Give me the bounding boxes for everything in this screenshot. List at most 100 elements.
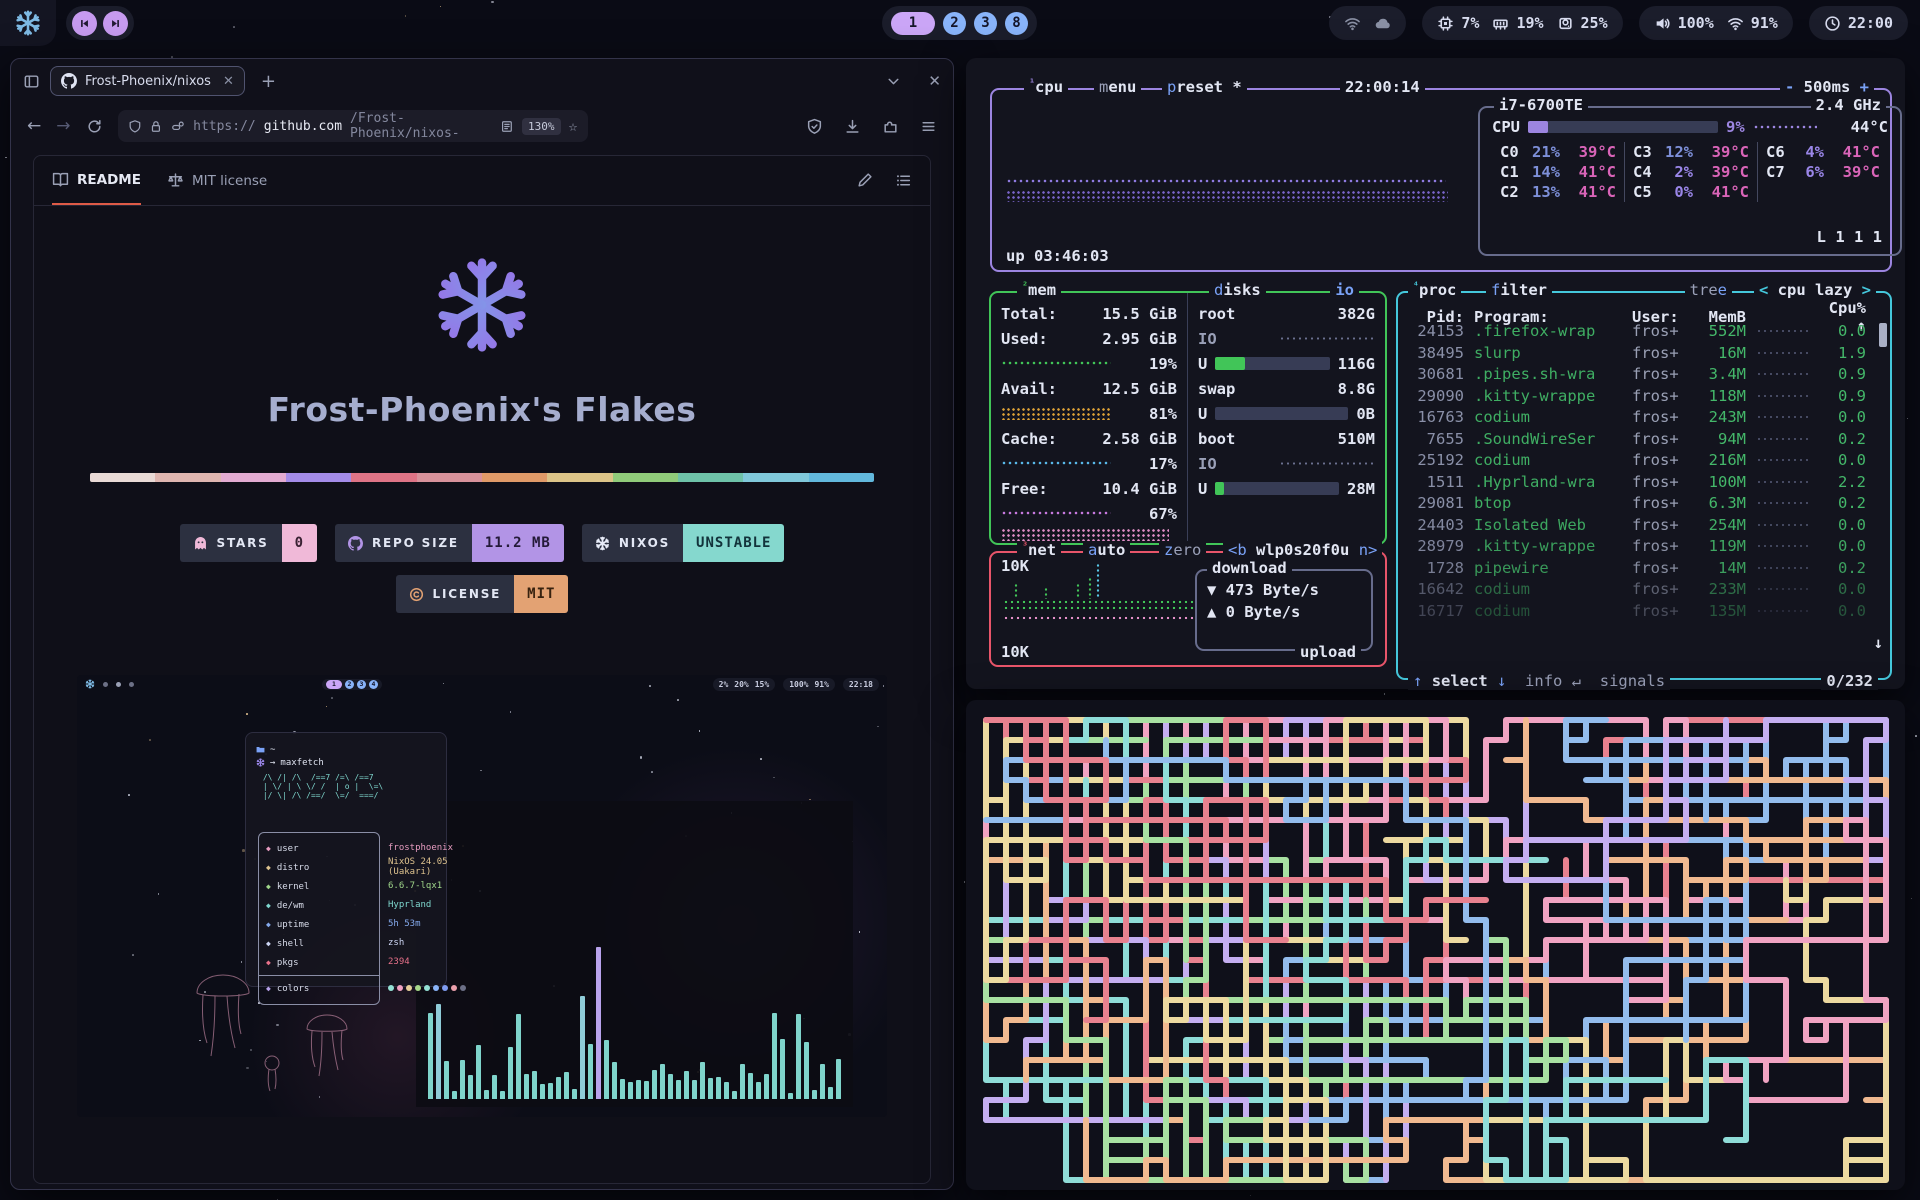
process-row[interactable]: 1728pipewirefros+14M0.2 <box>1408 557 1880 579</box>
badge-nixos[interactable]: NIXOSUNSTABLE <box>582 524 785 562</box>
mini-workspace: 2 <box>345 680 354 689</box>
workspace-button[interactable]: 8 <box>1005 12 1028 35</box>
proc-table-header: Pid: Program: User: MemB Cpu% ↑ <box>1408 299 1880 321</box>
palette-segment <box>286 473 351 482</box>
fastfetch-values: frostphoenixNixOS 24.05 (Uakari)6.6.7-lq… <box>388 838 466 997</box>
proc-scroll-down-arrow[interactable]: ↓ <box>1874 634 1883 652</box>
volume-stat: 100% <box>1654 14 1714 32</box>
extensions-puzzle-icon[interactable] <box>882 118 899 135</box>
mini-window-dot <box>103 682 108 687</box>
visualizer-bar <box>660 1064 665 1099</box>
tab-readme[interactable]: README <box>52 156 141 205</box>
badge-license[interactable]: LICENSEMIT <box>396 575 569 613</box>
weather-group[interactable] <box>1329 6 1406 40</box>
mini-workspace: 3 <box>357 680 366 689</box>
badge-repo-size[interactable]: REPO SIZE11.2 MB <box>335 524 564 562</box>
workspace-button[interactable]: 2 <box>943 12 966 35</box>
media-prev-button[interactable] <box>72 11 97 36</box>
tab-mit-license[interactable]: MIT license <box>167 172 267 189</box>
workspace-button[interactable]: 1 <box>891 12 935 35</box>
process-row[interactable]: 7655.SoundWireSerfros+94M0.2 <box>1408 428 1880 450</box>
process-row[interactable]: 16642codiumfros+233M0.0 <box>1408 579 1880 601</box>
mini-clock: 22:18 <box>843 678 879 691</box>
de/wm-icon: ◆ <box>266 901 271 910</box>
visualizer-bar <box>740 1064 745 1099</box>
visualizer-bar <box>788 1093 793 1099</box>
net-zero-button[interactable]: zero <box>1159 541 1206 559</box>
badge-stars[interactable]: STARS0 <box>180 524 318 562</box>
menu-hamburger-icon[interactable] <box>920 118 937 135</box>
visualizer-bar <box>604 1040 609 1099</box>
proc-footer-actions[interactable]: ↑ select ↓ info ↵ signals <box>1408 672 1670 690</box>
url-path: /Frost-Phoenix/nixos- <box>350 111 484 141</box>
bookmark-star-icon[interactable]: ☆ <box>569 117 578 135</box>
back-button[interactable]: ← <box>27 116 41 136</box>
process-row[interactable]: 16763codiumfros+243M0.0 <box>1408 407 1880 429</box>
net-auto-button[interactable]: auto <box>1083 541 1130 559</box>
mini-workspace: 4 <box>369 680 378 689</box>
btop-interval-control[interactable]: - 500ms + <box>1780 78 1874 96</box>
tabs-chevron-down-icon[interactable] <box>885 73 902 90</box>
book-icon <box>52 171 69 188</box>
process-row[interactable]: 30681.pipes.sh-wrafros+3.4M0.9 <box>1408 364 1880 386</box>
reader-view-icon[interactable] <box>500 118 514 135</box>
zoom-level-badge[interactable]: 130% <box>522 118 561 135</box>
fetch-row-distro: ◆distro <box>266 858 372 877</box>
process-row[interactable]: 24403Isolated Webfros+254M0.0 <box>1408 514 1880 536</box>
net-interface: <b wlp0s20f0u n> <box>1223 541 1382 559</box>
process-row[interactable]: 38495slurpfros+16M1.9 <box>1408 342 1880 364</box>
process-row[interactable]: 29090.kitty-wrappefros+118M0.9 <box>1408 385 1880 407</box>
process-row[interactable]: 16717codiumfros+135M0.0 <box>1408 600 1880 622</box>
proc-scrollbar-thumb[interactable] <box>1879 323 1887 347</box>
core-row: C312%39°C <box>1633 142 1749 162</box>
proc-filter-button[interactable]: filter <box>1486 281 1552 299</box>
process-row[interactable]: 25192codiumfros+216M0.0 <box>1408 450 1880 472</box>
outline-list-icon[interactable] <box>895 172 912 189</box>
pipe <box>1086 960 1546 1180</box>
tracking-shield-icon[interactable] <box>128 118 142 135</box>
mini-nixos-icon <box>85 679 95 689</box>
edit-pencil-icon[interactable] <box>856 172 873 189</box>
tray: 7% 19% 25% 100% 91% 22:00 <box>1329 6 1908 40</box>
media-next-button[interactable] <box>103 11 128 36</box>
reload-icon[interactable] <box>86 118 103 135</box>
net-download-graph <box>1003 599 1195 612</box>
pipes-art <box>966 700 1905 1190</box>
star <box>1915 735 1917 737</box>
permissions-toggle-icon[interactable] <box>171 118 185 135</box>
core-row: C50%41°C <box>1633 182 1749 202</box>
protection-shield-icon[interactable] <box>806 118 823 135</box>
process-row[interactable]: 29081btopfros+6.3M0.2 <box>1408 493 1880 515</box>
visualizer-bar <box>636 1080 641 1099</box>
palette-segment <box>809 473 874 482</box>
btop-preset-button[interactable]: preset * <box>1162 78 1247 96</box>
process-row[interactable]: 28979.kitty-wrappefros+119M0.0 <box>1408 536 1880 558</box>
url-bar[interactable]: https://github.com/Frost-Phoenix/nixos- … <box>118 110 588 142</box>
badge-value: 11.2 MB <box>472 524 564 562</box>
system-stats-group[interactable]: 7% 19% 25% <box>1422 6 1622 40</box>
audio-network-group[interactable]: 100% 91% <box>1639 6 1793 40</box>
visualizer-bar <box>708 1078 713 1099</box>
new-tab-button[interactable]: + <box>261 71 276 92</box>
pkgs-icon: ◆ <box>266 958 271 967</box>
star <box>510 711 512 713</box>
star <box>246 713 248 715</box>
process-row[interactable]: 24153.firefox-wrapfros+552M0.0 <box>1408 321 1880 343</box>
browser-nav-bar: ← → https://github.com/Frost-Phoenix/nix… <box>11 103 953 149</box>
btop-menu-button[interactable]: menu <box>1094 78 1141 96</box>
proc-sort-control[interactable]: < cpu lazy > <box>1754 281 1876 299</box>
proc-tree-button[interactable]: tree <box>1685 281 1732 299</box>
clock-group[interactable]: 22:00 <box>1809 6 1908 40</box>
sidebar-toggle-icon[interactable] <box>23 73 40 90</box>
window-close-button[interactable]: ✕ <box>928 72 941 90</box>
forward-button[interactable]: → <box>56 116 70 136</box>
tab-close-icon[interactable]: ✕ <box>223 74 234 89</box>
workspace-button[interactable]: 3 <box>974 12 997 35</box>
process-row[interactable]: 1511.Hyprland-wrafros+100M2.2 <box>1408 471 1880 493</box>
nixos-menu-button[interactable] <box>0 0 56 46</box>
visualizer-bar <box>532 1071 537 1099</box>
mini-workspaces: 1234 <box>322 679 382 690</box>
browser-tab-active[interactable]: Frost-Phoenix/nixos ✕ <box>50 66 245 96</box>
download-icon[interactable] <box>844 118 861 135</box>
github-icon <box>348 536 363 551</box>
